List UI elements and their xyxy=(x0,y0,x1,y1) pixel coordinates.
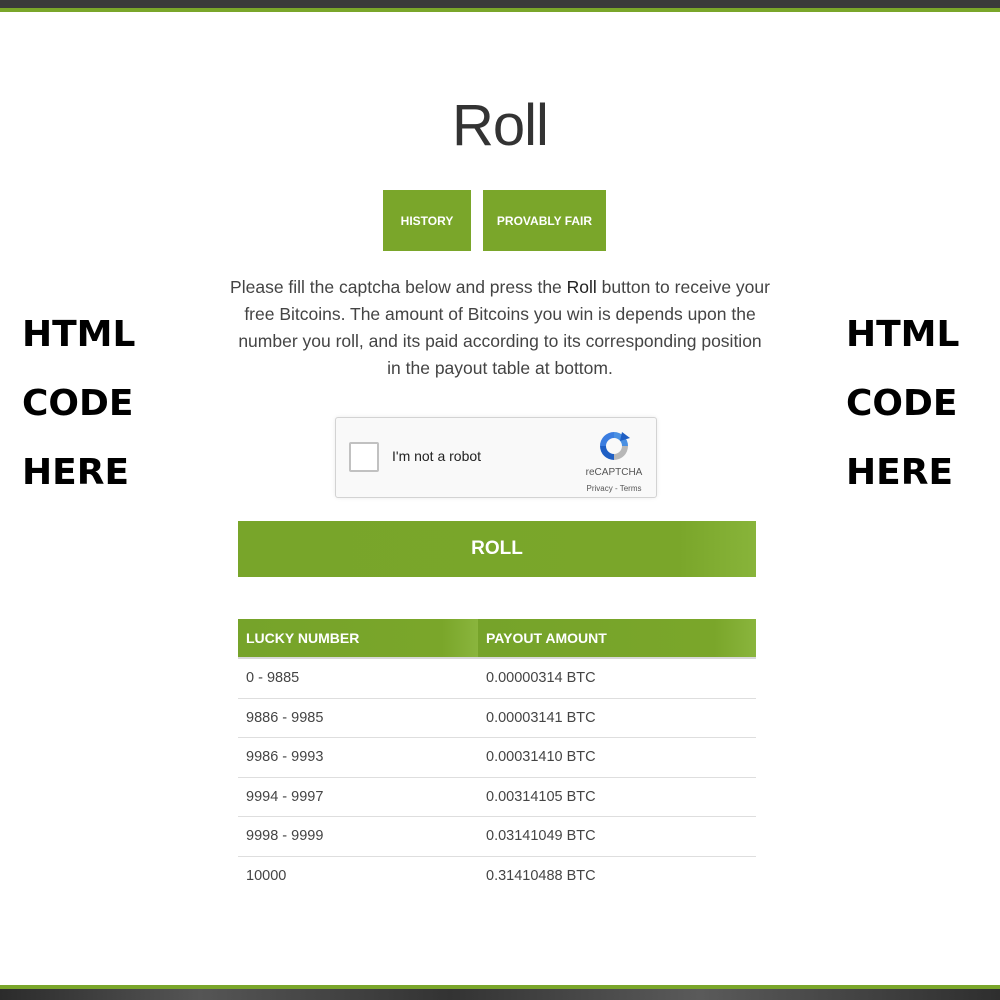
recaptcha-links[interactable]: Privacy - Terms xyxy=(576,484,652,493)
table-header-row: LUCKY NUMBER PAYOUT AMOUNT xyxy=(238,619,756,659)
provably-fair-button[interactable]: PROVABLY FAIR xyxy=(483,190,606,251)
payout-table: LUCKY NUMBER PAYOUT AMOUNT 0 - 9885 0.00… xyxy=(238,619,756,895)
recaptcha-icon xyxy=(600,432,630,460)
payout-amount-cell: 0.00031410 BTC xyxy=(478,737,756,778)
page-title: Roll xyxy=(452,93,549,158)
payout-amount-cell: 0.00000314 BTC xyxy=(478,658,756,699)
side-placeholder-left: HTML CODE HERE xyxy=(22,300,162,507)
side-right-line-2: CODE xyxy=(846,383,958,424)
intro-text: Please fill the captcha below and press … xyxy=(230,274,770,382)
captcha-label: I'm not a robot xyxy=(392,448,482,464)
lucky-number-cell: 10000 xyxy=(246,867,287,884)
recaptcha-brand: reCAPTCHA xyxy=(585,467,643,478)
table-row: 9986 - 9993 0.00031410 BTC xyxy=(238,737,756,778)
recaptcha-widget: I'm not a robot reCAPTCHA Privacy - Term… xyxy=(335,417,657,498)
lucky-number-cell: 9886 - 9985 xyxy=(238,698,478,738)
side-right-line-1: HTML xyxy=(846,314,960,355)
history-button[interactable]: HISTORY xyxy=(383,190,471,251)
header-lucky-number: LUCKY NUMBER xyxy=(238,619,478,659)
payout-amount-cell: 0.00314105 BTC xyxy=(478,777,756,817)
header-payout-amount: PAYOUT AMOUNT xyxy=(478,619,756,659)
side-left-line-3: HERE xyxy=(22,452,130,493)
payout-amount-cell: 0.03141049 BTC xyxy=(478,816,756,857)
table-row: 0 - 9885 0.00000314 BTC xyxy=(238,658,756,699)
roll-button[interactable]: ROLL xyxy=(238,521,756,577)
table-row: 10000 0.31410488 BTC xyxy=(238,856,756,895)
side-right-line-3: HERE xyxy=(846,452,954,493)
bottom-bar xyxy=(0,989,1000,1000)
top-accent-line xyxy=(0,8,1000,12)
lucky-number-cell: 9998 - 9999 xyxy=(238,816,478,857)
side-left-line-1: HTML xyxy=(22,314,136,355)
side-left-line-2: CODE xyxy=(22,383,134,424)
lucky-number-cell: 9994 - 9997 xyxy=(238,777,478,817)
side-placeholder-right: HTML CODE HERE xyxy=(846,300,986,507)
intro-part-1: Please fill the captcha below and press … xyxy=(230,277,567,297)
table-row: 9998 - 9999 0.03141049 BTC xyxy=(238,816,756,857)
intro-roll-word: Roll xyxy=(566,277,597,297)
lucky-number-cell: 9986 - 9993 xyxy=(238,737,478,778)
table-row: 9994 - 9997 0.00314105 BTC xyxy=(238,777,756,817)
payout-amount-cell: 0.00003141 BTC xyxy=(478,698,756,738)
top-bar xyxy=(0,0,1000,8)
payout-amount-cell: 0.31410488 BTC xyxy=(486,867,596,884)
lucky-number-cell: 0 - 9885 xyxy=(238,658,478,699)
captcha-checkbox[interactable] xyxy=(349,442,379,472)
table-row: 9886 - 9985 0.00003141 BTC xyxy=(238,698,756,738)
